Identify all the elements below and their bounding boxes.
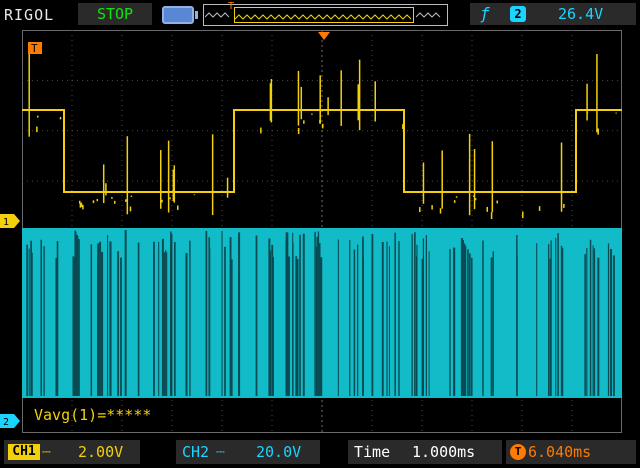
trigger-level: 26.4V xyxy=(558,5,604,23)
memory-depth-indicator: T xyxy=(203,1,448,26)
top-status-bar: RIGOL STOP T ƒ 2 26.4V xyxy=(0,0,640,30)
brand-logo: RIGOL xyxy=(4,6,55,24)
ch1-scale-panel[interactable]: CH1 ⎓ 2.00V xyxy=(4,440,140,464)
ch2-scale-panel[interactable]: CH2 ⎓ 20.0V xyxy=(176,440,320,464)
timebase-label: Time xyxy=(354,443,391,461)
waveform-display[interactable]: T 1 2 xyxy=(0,30,622,433)
trigger-source-badge: 2 xyxy=(510,6,526,22)
ch2-label: CH2 xyxy=(182,443,210,461)
trigger-offset-icon: T xyxy=(510,444,526,460)
ch1-scale: 2.00V xyxy=(78,443,124,461)
dc-coupling-icon: ⎓ xyxy=(216,445,225,458)
bottom-status-bar: CH1 ⎓ 2.00V CH2 ⎓ 20.0V Time 1.000ms T 6… xyxy=(0,436,640,468)
ch2-waveform xyxy=(22,228,622,398)
trigger-offset-panel[interactable]: T 6.040ms xyxy=(506,440,636,464)
trigger-level-marker-label: T xyxy=(31,42,38,55)
ch2-offset-marker[interactable]: 2 xyxy=(0,414,20,428)
trigger-settings[interactable]: ƒ 2 26.4V xyxy=(470,3,636,25)
dc-coupling-icon: ⎓ xyxy=(42,445,51,458)
ch1-label: CH1 xyxy=(8,444,40,460)
ch2-marker-label: 2 xyxy=(3,417,9,428)
ch1-marker-label: 1 xyxy=(3,217,9,228)
ch1-offset-marker[interactable]: 1 xyxy=(0,214,20,228)
run-stop-status[interactable]: STOP xyxy=(78,3,152,25)
trigger-offset-value: 6.040ms xyxy=(528,443,592,461)
memory-view-window xyxy=(234,7,414,23)
waveform-canvas: T xyxy=(22,30,622,433)
ch2-scale: 20.0V xyxy=(256,443,302,461)
rising-edge-icon: ƒ xyxy=(480,4,490,23)
battery-icon xyxy=(162,6,198,24)
measurement-vavg: Vavg(1)=***** xyxy=(34,406,152,424)
timebase-value: 1.000ms xyxy=(412,443,476,461)
timebase-panel[interactable]: Time 1.000ms xyxy=(348,440,502,464)
trigger-position-marker xyxy=(318,32,330,40)
